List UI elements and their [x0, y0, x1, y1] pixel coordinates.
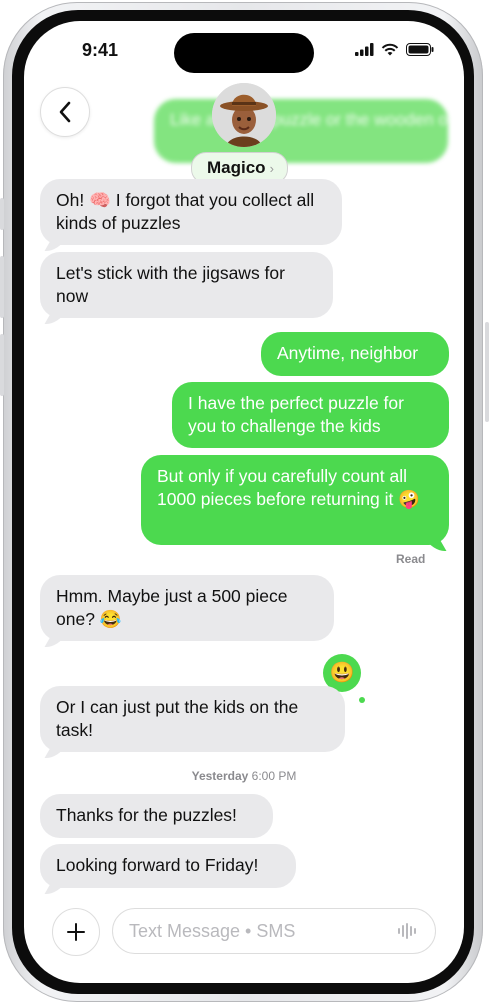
wifi-icon [381, 43, 399, 56]
messages-screen: Like a jigsaw puzzle or the wooden or me… [24, 21, 464, 983]
message-bubble-incoming[interactable]: Thanks for the puzzles! [40, 794, 273, 838]
silent-switch [0, 198, 4, 230]
message-bubble-incoming[interactable]: Oh! 🧠 I forgot that you collect all kind… [40, 179, 342, 245]
plus-icon [67, 923, 85, 941]
timestamp-day: Yesterday [191, 769, 249, 783]
message-bubble-incoming[interactable]: Looking forward to Friday! [40, 844, 296, 888]
back-chevron-icon [59, 101, 71, 123]
message-bubble-incoming[interactable]: Hmm. Maybe just a 500 piece one? 😂 [40, 575, 334, 641]
timestamp-time: 6:00 PM [251, 769, 297, 783]
dynamic-island [174, 33, 314, 73]
signal-icon [355, 43, 374, 56]
battery-icon [406, 43, 434, 56]
power-button [485, 322, 489, 422]
volume-down-button [0, 334, 4, 396]
contact-name: Magico [207, 158, 266, 177]
message-input-placeholder: Text Message • SMS [129, 920, 296, 941]
message-input[interactable]: Text Message • SMS [112, 908, 436, 954]
message-bubble-incoming[interactable]: Or I can just put the kids on the task! [40, 686, 345, 752]
tapback-emoji: 😃 [329, 662, 355, 684]
contact-avatar[interactable] [212, 83, 276, 147]
volume-up-button [0, 256, 4, 318]
message-timestamp: Yesterday 6:00 PM [24, 769, 464, 783]
status-icons [355, 43, 434, 56]
read-receipt: Read [396, 552, 426, 566]
back-button[interactable] [40, 87, 90, 137]
message-bubble-outgoing[interactable]: Anytime, neighbor [261, 332, 449, 376]
message-bubble-outgoing[interactable]: I have the perfect puzzle for you to cha… [172, 382, 449, 448]
memoji-cowboy-icon [212, 83, 276, 147]
status-time: 9:41 [82, 40, 119, 60]
add-attachment-button[interactable] [52, 908, 100, 956]
tapback-dot [359, 697, 365, 703]
chevron-right-icon: › [269, 160, 274, 176]
dictation-icon[interactable] [397, 923, 419, 939]
message-bubble-outgoing[interactable]: But only if you carefully count all 1000… [141, 455, 449, 545]
message-bubble-incoming[interactable]: Let's stick with the jigsaws for now [40, 252, 333, 318]
